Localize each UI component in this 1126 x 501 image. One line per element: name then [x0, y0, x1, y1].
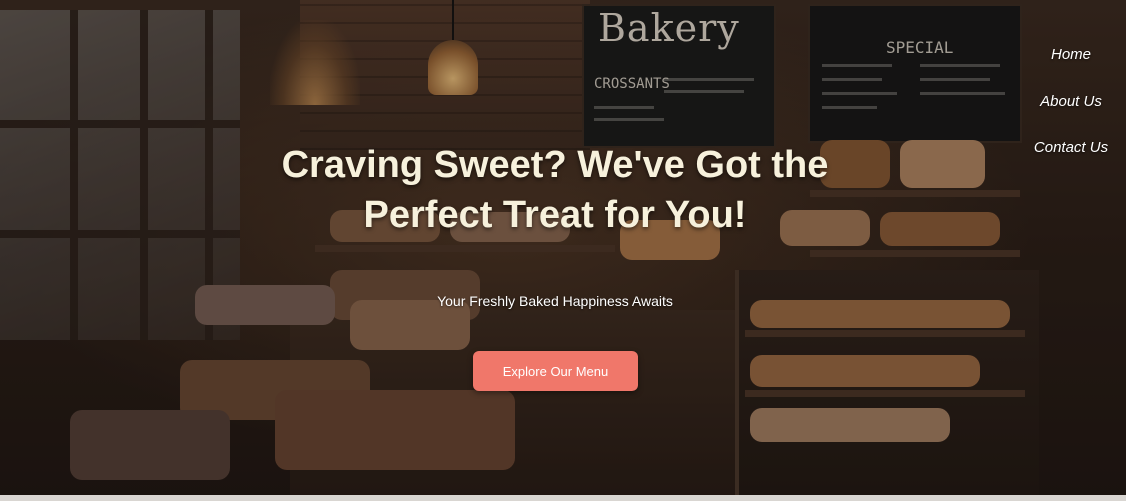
- nav-contact-link[interactable]: Contact Us: [1016, 139, 1126, 156]
- hero-section: Bakery CROSSANTS SPECIAL Home About Us C…: [0, 0, 1126, 501]
- hero-headline: Craving Sweet? We've Got the Perfect Tre…: [281, 144, 829, 236]
- explore-menu-button[interactable]: Explore Our Menu: [473, 351, 638, 391]
- nav-about-link[interactable]: About Us: [1016, 93, 1126, 110]
- hero-subheadline: Your Freshly Baked Happiness Awaits: [437, 293, 673, 309]
- nav-home-link[interactable]: Home: [1016, 46, 1126, 63]
- bakery-background-image: Bakery CROSSANTS SPECIAL: [0, 0, 1126, 501]
